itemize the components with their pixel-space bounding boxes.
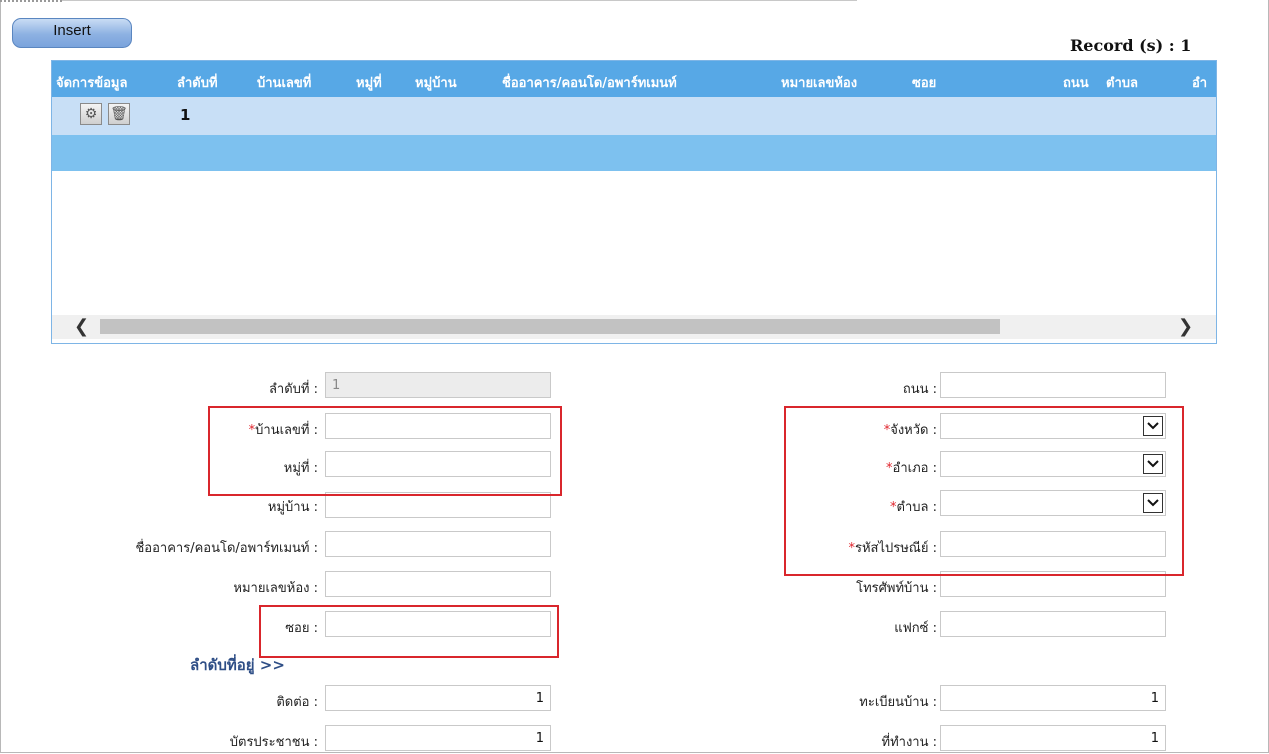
village-label: หมู่บ้าน : [267,500,318,515]
house-registration-field[interactable]: 1 [940,685,1166,711]
edit-gear-icon[interactable]: ⚙ [80,103,102,125]
id-card-field[interactable]: 1 [325,725,551,751]
home-phone-label: โทรศัพท์บ้าน : [856,581,937,596]
col-order[interactable]: ลำดับที่ [177,72,218,93]
top-border-dots [0,0,62,2]
room-field[interactable] [325,571,551,597]
scroll-right-icon[interactable]: ❯ [1178,316,1193,337]
row-order: 1 [180,106,191,124]
col-soi[interactable]: ซอย [912,72,936,93]
highlight-box-house-moo [208,406,562,496]
scrollbar-thumb[interactable] [100,319,1000,334]
col-village[interactable]: หมู่บ้าน [415,72,457,93]
col-manage[interactable]: จัดการข้อมูล [56,72,127,93]
workplace-label: ที่ทำงาน : [881,735,938,750]
record-count: Record (s) : 1 [1070,36,1192,55]
horizontal-scrollbar[interactable]: ❮ ❯ [52,315,1216,339]
col-room[interactable]: หมายเลขห้อง [781,72,857,93]
contact-field[interactable]: 1 [325,685,551,711]
workplace-field[interactable]: 1 [940,725,1166,751]
col-tambon[interactable]: ตำบล [1106,72,1138,93]
table-row-empty [52,135,1216,171]
col-house-no[interactable]: บ้านเลขที่ [257,72,311,93]
delete-trash-icon[interactable]: 🗑 [108,103,130,125]
col-building[interactable]: ชื่ออาคาร/คอนโด/อพาร์ทเมนท์ [502,72,677,93]
order-field: 1 [325,372,551,398]
col-road[interactable]: ถนน [1063,72,1089,93]
address-grid: จัดการข้อมูล ลำดับที่ บ้านเลขที่ หมู่ที่… [51,60,1217,344]
highlight-box-location [784,406,1184,576]
building-field[interactable] [325,531,551,557]
top-border-line [62,0,857,1]
contact-label: ติดต่อ : [276,695,318,710]
grid-header: จัดการข้อมูล ลำดับที่ บ้านเลขที่ หมู่ที่… [52,61,1216,97]
fax-field[interactable] [940,611,1166,637]
highlight-box-soi [259,605,559,658]
col-moo[interactable]: หมู่ที่ [356,72,382,93]
id-card-label: บัตรประชาชน : [229,735,318,750]
order-label: ลำดับที่ : [268,382,318,397]
room-label: หมายเลขห้อง : [233,581,318,596]
house-registration-label: ทะเบียนบ้าน : [859,695,937,710]
fax-label: แฟกซ์ : [894,621,937,636]
road-label: ถนน : [902,382,937,397]
road-field[interactable] [940,372,1166,398]
scroll-left-icon[interactable]: ❮ [74,316,89,337]
table-row[interactable]: ⚙ 🗑 1 [52,97,1216,135]
col-amphoe[interactable]: อำ [1192,72,1207,93]
building-label: ชื่ออาคาร/คอนโด/อพาร์ทเมนท์ : [135,541,318,556]
insert-button[interactable]: Insert [12,18,132,48]
